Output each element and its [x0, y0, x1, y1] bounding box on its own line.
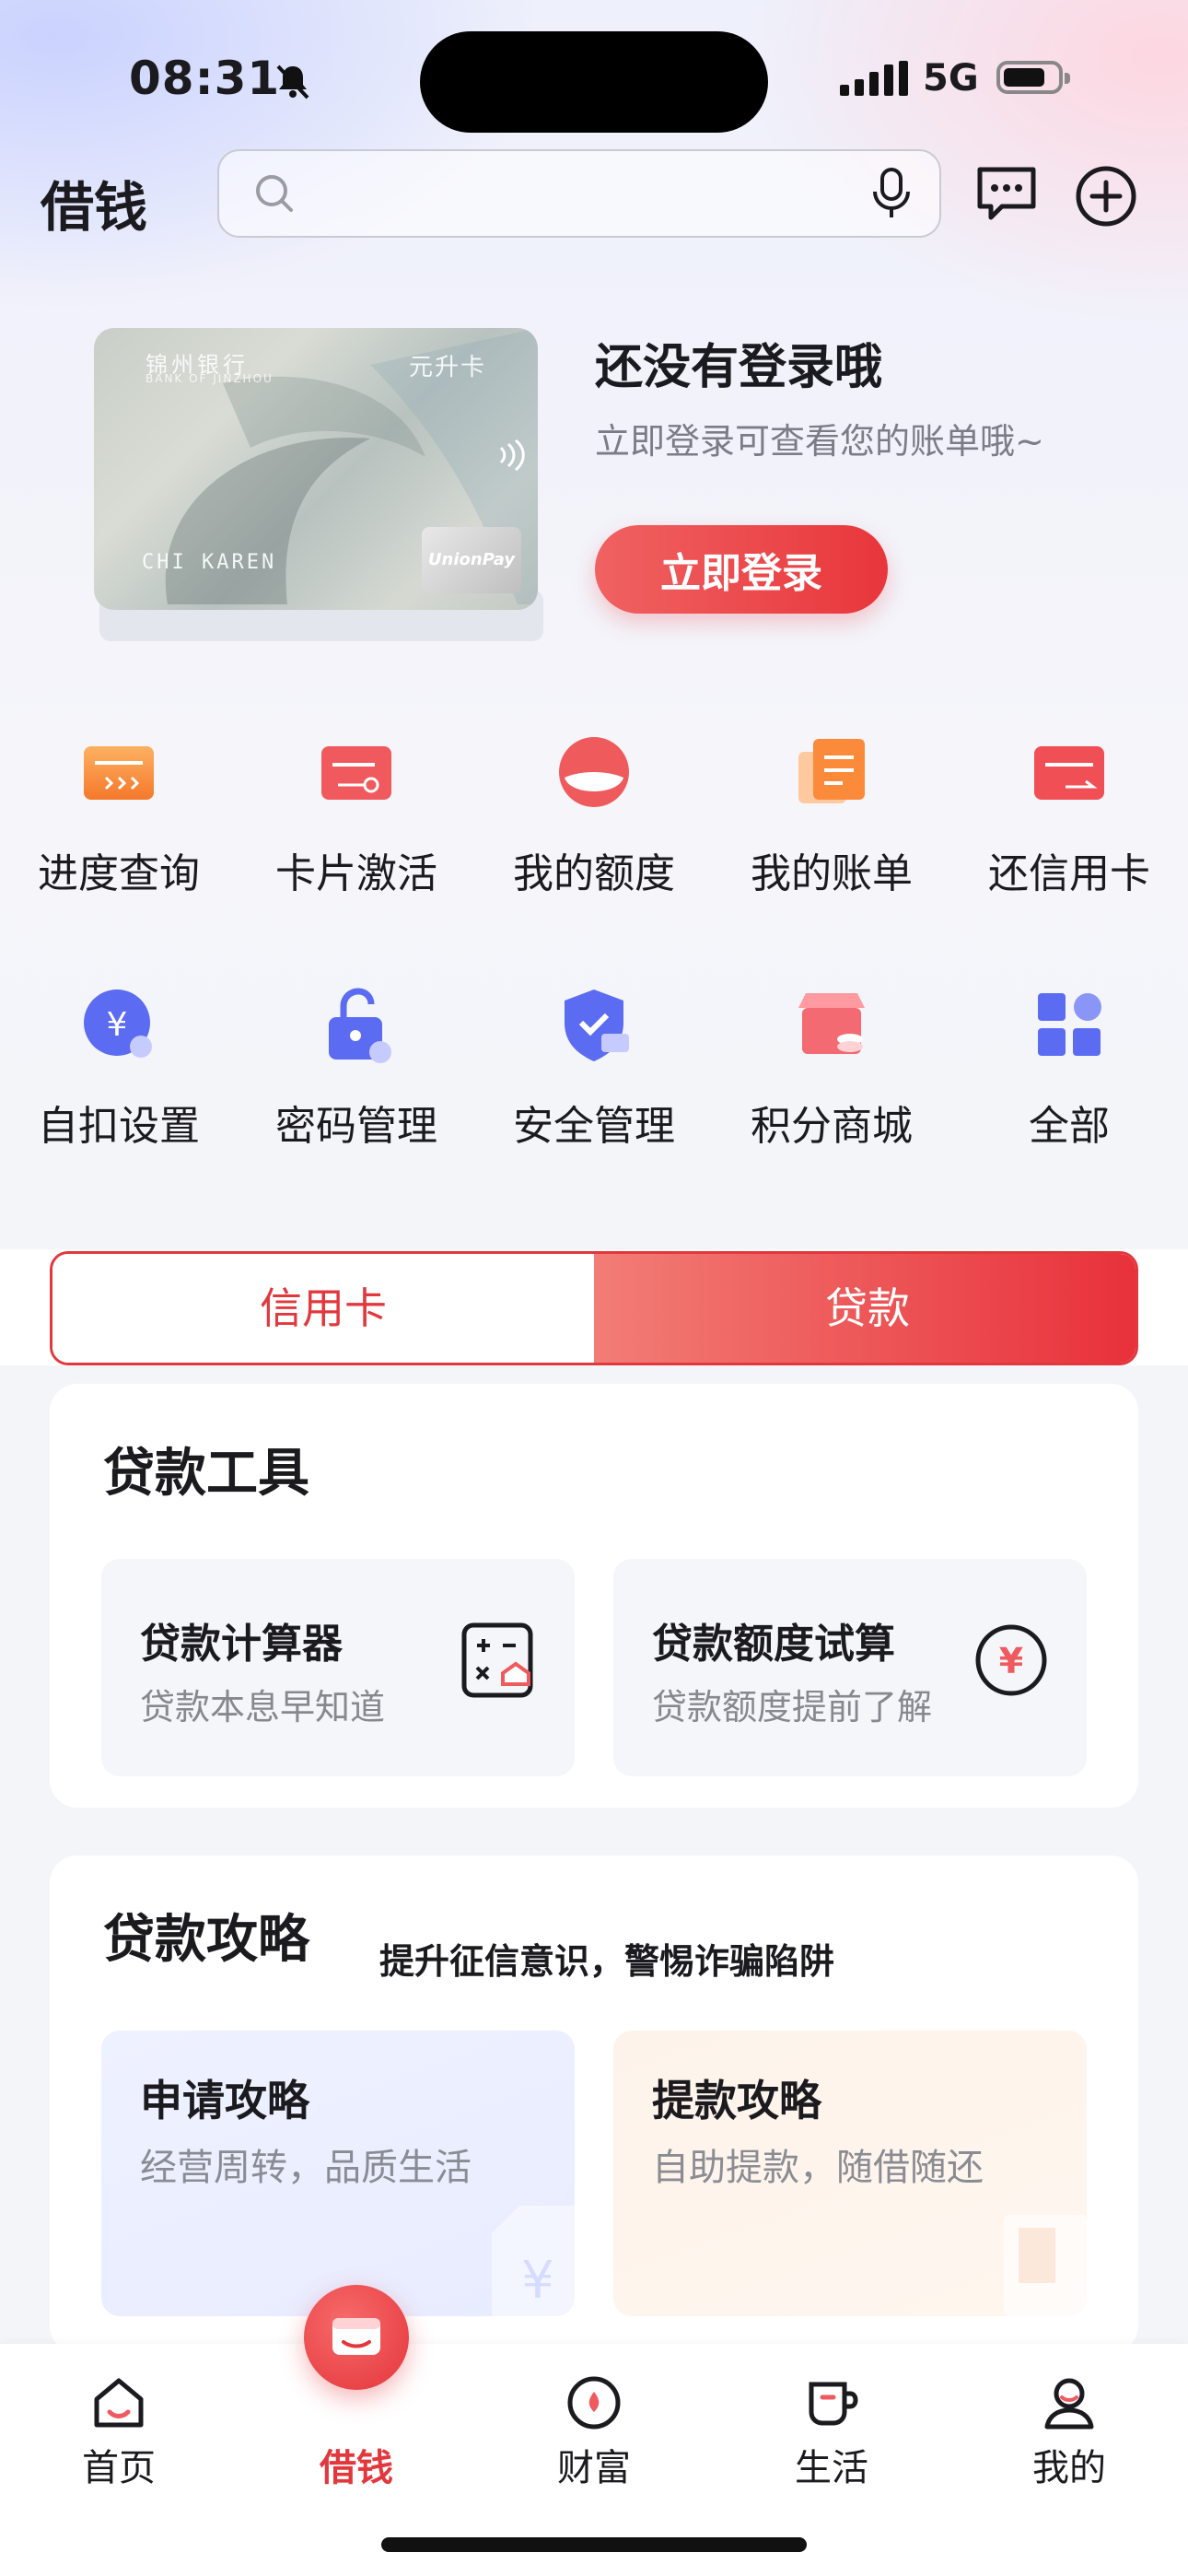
login-title: 还没有登录哦 — [595, 340, 883, 395]
security-shield-icon — [565, 989, 629, 1061]
nav-wealth[interactable]: 财富 — [475, 2344, 713, 2500]
nav-label: 我的 — [1032, 2447, 1106, 2489]
quick-action-security[interactable]: 安全管理 — [475, 980, 713, 1165]
quick-action-points-mall[interactable]: 积分商城 — [713, 980, 950, 1165]
profile-icon — [1044, 2378, 1094, 2430]
status-time: 08:31 — [129, 52, 281, 105]
guide-subtitle: 自助提款，随借随还 — [652, 2147, 984, 2189]
quick-action-progress-query[interactable]: 进度查询 — [0, 728, 238, 912]
quick-action-label: 积分商城 — [751, 1103, 913, 1150]
quick-action-label: 还信用卡 — [988, 850, 1150, 897]
tool-subtitle: 贷款本息早知道 — [140, 1687, 386, 1727]
add-circle-icon[interactable] — [1074, 164, 1138, 228]
yuan-circle-icon: ¥ — [975, 1624, 1047, 1696]
card-activate-icon — [321, 746, 391, 800]
nav-borrow[interactable]: 借钱 — [238, 2285, 475, 2500]
dynamic-island — [420, 31, 768, 133]
credit-limit-icon — [559, 737, 629, 807]
tab-credit-card[interactable]: 信用卡 — [52, 1254, 594, 1363]
page-title: 借钱 — [41, 176, 148, 239]
search-input[interactable] — [308, 170, 823, 221]
tab-loan[interactable]: 贷款 — [594, 1254, 1136, 1363]
svg-text:¥: ¥ — [999, 1641, 1023, 1681]
quick-action-label: 自扣设置 — [38, 1103, 200, 1150]
tool-title: 贷款额度试算 — [652, 1621, 895, 1668]
auto-debit-icon: ¥ — [84, 989, 152, 1058]
quick-action-label: 进度查询 — [38, 850, 200, 897]
borrow-page: 08:31 5G 借钱 锦州银行 BANK OF JINZHOU 元升卡 CHI… — [0, 0, 1188, 2576]
battery-icon — [996, 61, 1070, 94]
loan-tools-title: 贷款工具 — [103, 1444, 309, 1504]
home-indicator[interactable] — [381, 2537, 807, 2552]
quick-action-credit-limit[interactable]: 我的额度 — [475, 728, 713, 912]
yuan-document-icon: ¥ — [492, 2206, 575, 2316]
quick-action-repay-card[interactable]: 还信用卡 — [950, 728, 1188, 912]
quick-action-bill[interactable]: 我的账单 — [713, 728, 950, 912]
loan-guides-panel: 贷款攻略 提升征信意识，警惕诈骗陷阱 申请攻略 经营周转，品质生活 ¥ 提款攻略… — [50, 1856, 1138, 2353]
nav-life[interactable]: 生活 — [713, 2344, 950, 2500]
loan-tools-panel: 贷款工具 贷款计算器 贷款本息早知道 贷款额度试算 贷款额度提前了解 ¥ — [50, 1384, 1138, 1808]
nav-home[interactable]: 首页 — [0, 2344, 238, 2500]
withdraw-guide-card[interactable]: 提款攻略 自助提款，随借随还 — [613, 2031, 1087, 2316]
nav-label: 借钱 — [320, 2447, 393, 2489]
quick-action-label: 安全管理 — [513, 1103, 675, 1150]
product-tabs: 信用卡 贷款 — [50, 1251, 1138, 1365]
apply-guide-card[interactable]: 申请攻略 经营周转，品质生活 ¥ — [101, 2031, 575, 2316]
points-mall-icon — [798, 993, 865, 1054]
guide-title: 申请攻略 — [140, 2076, 309, 2125]
card-bank-en: BANK OF JINZHOU — [146, 372, 274, 385]
quick-action-card-activate[interactable]: 卡片激活 — [238, 728, 475, 912]
nav-borrow-bubble — [304, 2285, 409, 2390]
book-icon — [1004, 2215, 1087, 2316]
tool-subtitle: 贷款额度提前了解 — [652, 1687, 933, 1727]
quick-action-label: 我的账单 — [751, 850, 913, 897]
quick-action-all[interactable]: 全部 — [950, 980, 1188, 1165]
nav-label: 生活 — [795, 2447, 868, 2489]
nav-label: 首页 — [82, 2447, 156, 2489]
network-type: 5G — [923, 57, 979, 100]
quick-actions-grid: 进度查询 卡片激活 我的额度 我的账单 还信用卡 ¥ 自扣设置 密码管理 安全管… — [0, 728, 1188, 1161]
login-now-button[interactable]: 立即登录 — [595, 525, 888, 614]
guide-title: 提款攻略 — [652, 2076, 821, 2125]
quick-action-auto-debit[interactable]: ¥ 自扣设置 — [0, 980, 238, 1165]
all-grid-icon — [1038, 993, 1101, 1056]
cup-icon — [809, 2382, 858, 2426]
svg-text:¥: ¥ — [521, 2251, 554, 2311]
wealth-icon — [567, 2376, 621, 2430]
guide-subtitle: 经营周转，品质生活 — [140, 2147, 472, 2189]
quick-action-label: 卡片激活 — [275, 850, 437, 897]
search-bar[interactable] — [217, 149, 941, 238]
progress-query-icon — [84, 746, 154, 800]
quick-action-label: 密码管理 — [275, 1103, 437, 1150]
quick-action-label: 我的额度 — [513, 850, 675, 897]
message-icon[interactable] — [974, 164, 1039, 225]
microphone-icon[interactable] — [871, 166, 912, 221]
quick-action-label: 全部 — [1029, 1103, 1110, 1150]
calculator-icon — [461, 1622, 533, 1698]
tool-title: 贷款计算器 — [140, 1621, 343, 1668]
contactless-icon — [499, 439, 525, 472]
bell-muted-icon — [276, 64, 309, 100]
login-subtitle: 立即登录可查看您的账单哦~ — [595, 421, 1044, 462]
loan-guides-subtitle: 提升征信意识，警惕诈骗陷阱 — [379, 1941, 835, 1982]
svg-text:¥: ¥ — [107, 1006, 128, 1044]
card-holder-name: CHI KAREN — [142, 551, 277, 574]
credit-card-image: 锦州银行 BANK OF JINZHOU 元升卡 CHI KAREN Union… — [94, 328, 538, 610]
cellular-signal-icon — [840, 61, 908, 96]
loan-guides-title: 贷款攻略 — [103, 1910, 309, 1970]
repay-card-icon — [1034, 746, 1104, 800]
search-icon — [256, 175, 293, 212]
nav-label: 财富 — [557, 2447, 631, 2489]
card-tag: 元升卡 — [408, 354, 486, 381]
unionpay-logo: UnionPay 银联 — [422, 527, 521, 593]
bill-icon — [798, 739, 865, 803]
nav-mine[interactable]: 我的 — [950, 2344, 1188, 2500]
quick-action-password[interactable]: 密码管理 — [238, 980, 475, 1165]
wallet-icon — [332, 2318, 380, 2355]
loan-limit-estimate-card[interactable]: 贷款额度试算 贷款额度提前了解 ¥ — [613, 1559, 1087, 1776]
home-icon — [94, 2378, 144, 2428]
loan-calculator-card[interactable]: 贷款计算器 贷款本息早知道 — [101, 1559, 575, 1776]
password-lock-icon — [329, 988, 391, 1063]
